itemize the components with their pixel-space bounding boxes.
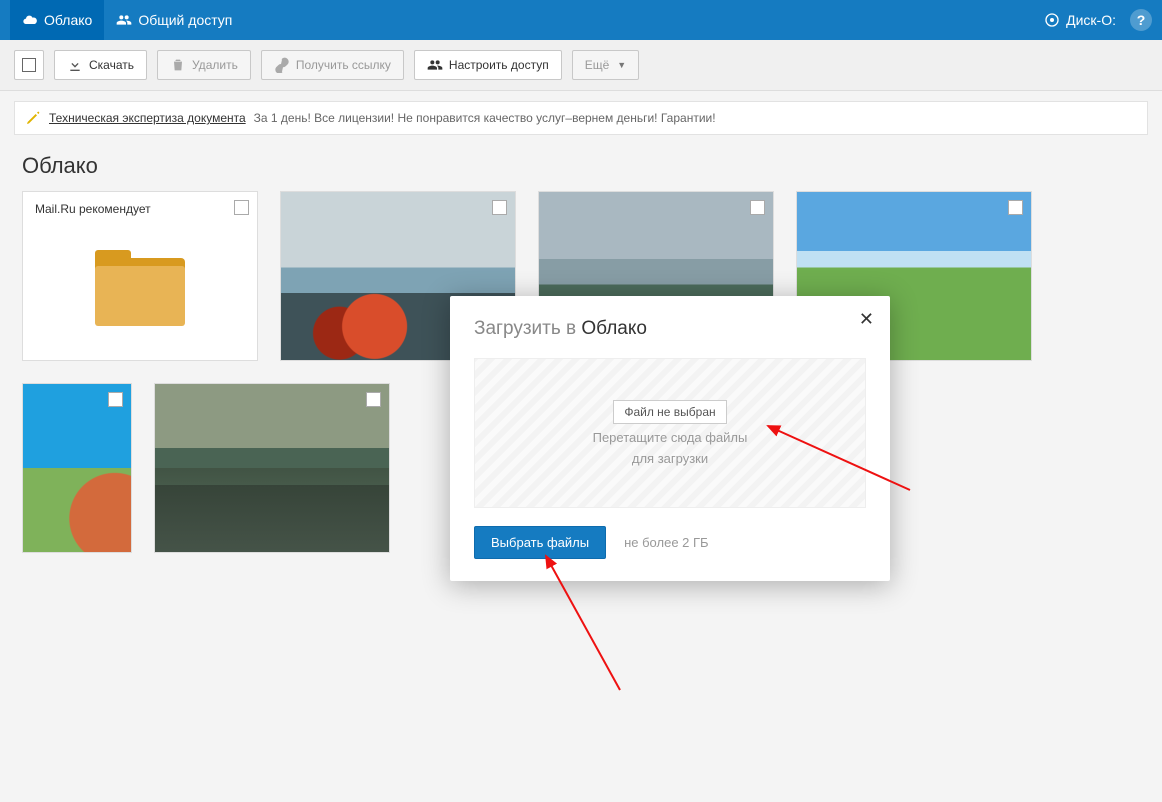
pen-icon bbox=[25, 110, 41, 126]
close-icon: ✕ bbox=[859, 309, 874, 329]
close-button[interactable]: ✕ bbox=[859, 310, 874, 328]
tile-checkbox[interactable] bbox=[492, 200, 507, 215]
file-status-label: Файл не выбран bbox=[613, 400, 726, 424]
image-thumbnail bbox=[23, 384, 131, 552]
top-nav: Облако Общий доступ Диск-О: ? bbox=[0, 0, 1162, 40]
help-icon: ? bbox=[1137, 12, 1146, 28]
modal-title-dest: Облако bbox=[581, 318, 647, 339]
link-icon bbox=[274, 57, 290, 73]
toolbar: Скачать Удалить Получить ссылку Настроит… bbox=[0, 40, 1162, 91]
tile-checkbox[interactable] bbox=[366, 392, 381, 407]
tile-checkbox[interactable] bbox=[108, 392, 123, 407]
dropzone-hint-1: Перетащите сюда файлы bbox=[593, 430, 748, 445]
upload-modal: ✕ Загрузить в Облако Файл не выбран Пере… bbox=[450, 296, 890, 581]
dropzone-hint-2: для загрузки bbox=[632, 451, 708, 466]
download-icon bbox=[67, 57, 83, 73]
tile-image-4[interactable] bbox=[22, 383, 132, 553]
help-button[interactable]: ? bbox=[1130, 9, 1152, 31]
modal-title-prefix: Загрузить в bbox=[474, 318, 581, 339]
nav-cloud[interactable]: Облако bbox=[10, 0, 104, 40]
page-title: Облако bbox=[0, 135, 1162, 191]
checkbox-icon bbox=[22, 58, 36, 72]
nav-shared[interactable]: Общий доступ bbox=[104, 0, 244, 40]
tile-checkbox[interactable] bbox=[234, 200, 249, 215]
folder-icon bbox=[23, 226, 257, 360]
choose-files-label: Выбрать файлы bbox=[491, 535, 589, 550]
delete-button[interactable]: Удалить bbox=[157, 50, 251, 80]
nav-disk-o[interactable]: Диск-О: bbox=[1038, 12, 1122, 28]
more-button[interactable]: Ещё ▼ bbox=[572, 50, 639, 80]
disk-icon bbox=[1044, 12, 1060, 28]
chevron-down-icon: ▼ bbox=[617, 60, 626, 70]
tile-label: Mail.Ru рекомендует bbox=[23, 192, 257, 226]
tile-recommended-folder[interactable]: Mail.Ru рекомендует bbox=[22, 191, 258, 361]
ad-link[interactable]: Техническая экспертиза документа bbox=[49, 111, 246, 125]
tile-checkbox[interactable] bbox=[750, 200, 765, 215]
nav-cloud-label: Облако bbox=[44, 12, 92, 28]
nav-disk-o-label: Диск-О: bbox=[1066, 12, 1116, 28]
image-thumbnail bbox=[155, 384, 389, 552]
more-label: Ещё bbox=[585, 58, 610, 72]
people-small-icon bbox=[427, 57, 443, 73]
nav-shared-label: Общий доступ bbox=[138, 12, 232, 28]
tile-checkbox[interactable] bbox=[1008, 200, 1023, 215]
configure-access-label: Настроить доступ bbox=[449, 58, 549, 72]
people-icon bbox=[116, 12, 132, 28]
download-label: Скачать bbox=[89, 58, 134, 72]
tile-image-5[interactable] bbox=[154, 383, 390, 553]
configure-access-button[interactable]: Настроить доступ bbox=[414, 50, 562, 80]
ad-text: За 1 день! Все лицензии! Не понравится к… bbox=[254, 111, 716, 125]
choose-files-button[interactable]: Выбрать файлы bbox=[474, 526, 606, 559]
ad-bar: Техническая экспертиза документа За 1 де… bbox=[14, 101, 1148, 135]
cloud-icon bbox=[22, 12, 38, 28]
get-link-button[interactable]: Получить ссылку bbox=[261, 50, 404, 80]
get-link-label: Получить ссылку bbox=[296, 58, 391, 72]
upload-limit-text: не более 2 ГБ bbox=[624, 535, 708, 550]
delete-label: Удалить bbox=[192, 58, 238, 72]
dropzone[interactable]: Файл не выбран Перетащите сюда файлы для… bbox=[474, 358, 866, 508]
modal-title: Загрузить в Облако bbox=[474, 318, 866, 340]
modal-footer: Выбрать файлы не более 2 ГБ bbox=[474, 526, 866, 559]
select-all-checkbox[interactable] bbox=[14, 50, 44, 80]
trash-icon bbox=[170, 57, 186, 73]
download-button[interactable]: Скачать bbox=[54, 50, 147, 80]
